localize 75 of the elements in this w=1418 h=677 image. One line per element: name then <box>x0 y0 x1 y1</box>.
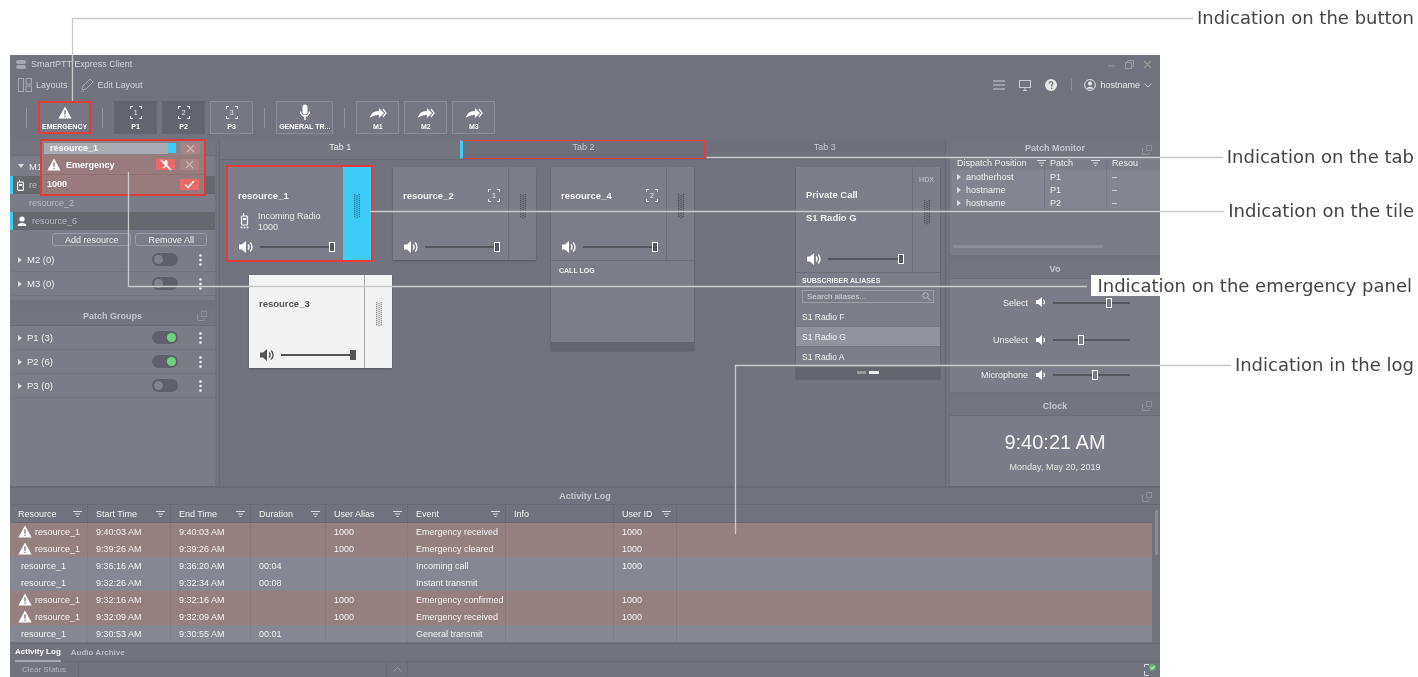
table-cell: 1000 <box>334 611 355 622</box>
table-cell: resource_1 <box>35 594 81 605</box>
table-cell: resource_1 <box>21 628 67 639</box>
table-cell: 9:32:16 AM <box>96 594 142 605</box>
table-cell: resource_1 <box>35 526 81 537</box>
table-cell: Emergency received <box>416 611 499 622</box>
table-cell: 9:36:20 AM <box>179 560 225 571</box>
table-cell: P1 <box>1050 171 1061 182</box>
table-cell: – <box>1112 197 1117 208</box>
status-text: Incoming Radio <box>258 210 321 221</box>
table-cell: 9:30:53 AM <box>96 628 142 639</box>
table-cell: 9:40:03 AM <box>96 526 142 537</box>
table-cell: Incoming call <box>416 560 469 571</box>
table-cell: 1000 <box>622 543 643 554</box>
callout-label: Indication on the button <box>1196 7 1414 28</box>
table-cell: 9:32:26 AM <box>96 577 142 588</box>
table-cell: 9:32:09 AM <box>96 611 142 622</box>
table-cell: 00:08 <box>259 577 282 588</box>
table-cell: 1000 <box>334 594 355 605</box>
volume-label: Unselect <box>992 334 1028 345</box>
table-cell: 1000 <box>334 543 355 554</box>
panel-title: Vo <box>1049 263 1061 274</box>
table-cell: Emergency confirmed <box>416 594 504 605</box>
table-cell: 1000 <box>622 560 643 571</box>
table-cell: 1000 <box>334 526 355 537</box>
panel-title: Clock <box>1042 400 1068 411</box>
resource-name: resource_1 <box>44 142 168 154</box>
table-cell: 9:36:16 AM <box>96 560 142 571</box>
callout-label: Indication on the tab <box>1226 146 1414 167</box>
tile-title: resource_4 <box>561 189 612 201</box>
table-cell: hostname <box>966 184 1006 195</box>
callout-label: Indication on the tile <box>1228 200 1414 221</box>
table-cell: 9:39:26 AM <box>96 543 142 554</box>
panel-title: Patch Monitor <box>1025 142 1085 153</box>
table-cell: Instant transmit <box>416 577 478 588</box>
table-cell: 9:32:16 AM <box>179 594 225 605</box>
panel-title: Patch Groups <box>83 310 142 321</box>
table-cell: 1000 <box>622 594 643 605</box>
tile-title: resource_3 <box>259 297 310 309</box>
status-text: 1000 <box>258 221 280 232</box>
table-cell: – <box>1112 171 1117 182</box>
table-cell: 00:04 <box>259 560 282 571</box>
alert-label: Emergency <box>66 159 115 170</box>
callout-label: Indication in the log <box>1234 354 1414 375</box>
table-cell: anotherhost <box>966 171 1014 182</box>
volume-label: Select <box>1002 298 1028 309</box>
table-cell: 9:32:34 AM <box>179 577 225 588</box>
table-cell: hostname <box>966 197 1006 208</box>
tile-title: resource_1 <box>238 189 289 201</box>
table-cell: P2 <box>1050 197 1061 208</box>
tile-title: S1 Radio G <box>806 212 858 223</box>
clock-date: Monday, May 20, 2019 <box>1008 462 1102 472</box>
table-cell: resource_1 <box>21 577 67 588</box>
panel-title: Activity Log <box>559 491 611 501</box>
table-cell: 1000 <box>622 611 643 622</box>
table-cell: Emergency cleared <box>416 543 494 554</box>
table-cell: resource_1 <box>35 543 81 554</box>
table-cell: General transmit <box>416 628 483 639</box>
clock-time: 9:40:21 AM <box>1003 431 1107 454</box>
table-cell: 9:30:55 AM <box>179 628 225 639</box>
table-cell: 9:39:26 AM <box>179 543 225 554</box>
volume-label: Microphone <box>979 369 1028 380</box>
table-cell: P1 <box>1050 184 1061 195</box>
table-cell: – <box>1112 184 1117 195</box>
table-cell: 1000 <box>622 526 643 537</box>
window-title: SmartPTT Express Client <box>31 59 133 69</box>
table-cell: 9:32:09 AM <box>179 611 225 622</box>
call-type: Private Call <box>806 189 859 200</box>
tile-title: resource_2 <box>403 189 454 201</box>
table-cell: Emergency received <box>416 526 499 537</box>
table-cell: 00:01 <box>259 628 282 639</box>
table-cell: 9:40:03 AM <box>179 526 225 537</box>
table-cell: resource_1 <box>21 560 67 571</box>
caller-id: 1000 <box>47 179 68 190</box>
table-cell: resource_1 <box>35 611 81 622</box>
